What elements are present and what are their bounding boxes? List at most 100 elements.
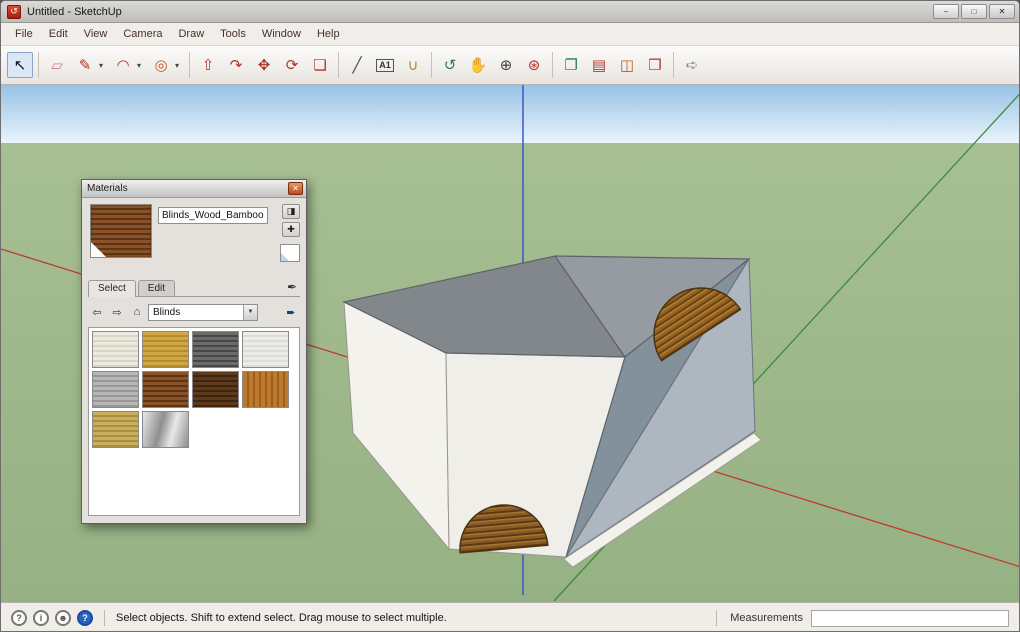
line-tool-dropdown[interactable]: ▾ bbox=[99, 61, 108, 70]
menu-help[interactable]: Help bbox=[309, 23, 348, 46]
line-tool-button[interactable]: ✎ bbox=[72, 52, 98, 78]
menu-camera[interactable]: Camera bbox=[115, 23, 170, 46]
status-divider bbox=[104, 610, 105, 626]
model-info-icon[interactable]: i bbox=[33, 610, 49, 626]
offset-tool-button[interactable]: ❏ bbox=[307, 52, 333, 78]
default-material-corner bbox=[281, 253, 289, 261]
maximize-button[interactable]: □ bbox=[961, 4, 987, 19]
menu-draw[interactable]: Draw bbox=[170, 23, 212, 46]
pan-tool-icon: ✋ bbox=[469, 58, 488, 73]
context-help-icon[interactable]: ? bbox=[11, 610, 27, 626]
followme-tool-button[interactable]: ↷ bbox=[223, 52, 249, 78]
preview-fold-corner bbox=[91, 242, 106, 257]
in-model-home-button[interactable]: ⌂ bbox=[128, 304, 146, 320]
select-tool-button[interactable]: ↖ bbox=[7, 52, 33, 78]
default-material-button[interactable] bbox=[280, 244, 300, 262]
styles-browser-button[interactable]: ◫ bbox=[614, 52, 640, 78]
materials-dialog-close-button[interactable]: ✕ bbox=[288, 182, 303, 195]
paint-bucket-tool-icon: ∪ bbox=[408, 58, 419, 73]
followme-tool-icon: ↷ bbox=[230, 58, 243, 73]
eraser-tool-button[interactable]: ▱ bbox=[44, 52, 70, 78]
menu-file[interactable]: File bbox=[7, 23, 41, 46]
tab-select[interactable]: Select bbox=[88, 280, 136, 297]
pushpull-tool-icon: ⇧ bbox=[202, 58, 215, 73]
eraser-tool-icon: ▱ bbox=[51, 58, 63, 73]
arc-tool-icon: ◠ bbox=[116, 58, 129, 73]
logo-glyph: ↺ bbox=[10, 6, 18, 17]
materials-dialog-title: Materials bbox=[87, 183, 128, 194]
side-button-column: ◨✚ bbox=[282, 204, 300, 237]
sample-paint-icon[interactable]: ✒ bbox=[284, 280, 300, 296]
collection-dropdown[interactable]: Blinds ▼ bbox=[148, 304, 258, 321]
pan-tool-button[interactable]: ✋ bbox=[465, 52, 491, 78]
status-icons: ? i ☻? bbox=[11, 610, 93, 626]
window-title: Untitled - SketchUp bbox=[27, 6, 122, 18]
measurements-input[interactable] bbox=[811, 610, 1009, 627]
forward-button[interactable]: ⇨ bbox=[108, 304, 126, 320]
material-swatch-4[interactable] bbox=[242, 331, 289, 368]
material-preview bbox=[90, 204, 152, 258]
material-swatch-10[interactable] bbox=[142, 411, 189, 448]
create-material-button[interactable]: ✚ bbox=[282, 222, 300, 237]
minimize-button[interactable]: – bbox=[933, 4, 959, 19]
zoom-extents-tool-button[interactable]: ⊛ bbox=[521, 52, 547, 78]
sign-in-icon[interactable]: ☻ bbox=[55, 610, 71, 626]
material-swatch-6[interactable] bbox=[142, 371, 189, 408]
zoom-tool-button[interactable]: ⊕ bbox=[493, 52, 519, 78]
tab-edit[interactable]: Edit bbox=[138, 280, 175, 296]
material-swatch-2[interactable] bbox=[142, 331, 189, 368]
back-button[interactable]: ⇦ bbox=[88, 304, 106, 320]
material-swatch-5[interactable] bbox=[92, 371, 139, 408]
details-arrow-button[interactable]: ➨ bbox=[282, 304, 300, 320]
display-secondary-pane-button[interactable]: ◨ bbox=[282, 204, 300, 219]
tape-measure-tool-icon: ╱ bbox=[352, 58, 361, 73]
sketchup-logo-icon: ↺ bbox=[7, 5, 21, 19]
menu-view[interactable]: View bbox=[76, 23, 116, 46]
move-tool-button[interactable]: ✥ bbox=[251, 52, 277, 78]
title-bar[interactable]: ↺ Untitled - SketchUp – □ ✕ bbox=[1, 1, 1019, 23]
export-button[interactable]: ➪ bbox=[679, 52, 705, 78]
toolbar-separator bbox=[338, 52, 339, 78]
paint-bucket-tool-button[interactable]: ∪ bbox=[400, 52, 426, 78]
collection-dropdown-value: Blinds bbox=[153, 307, 180, 318]
menu-edit[interactable]: Edit bbox=[41, 23, 76, 46]
material-swatch-8[interactable] bbox=[242, 371, 289, 408]
measurements-group: Measurements bbox=[711, 610, 1009, 627]
sketchup-window: ↺ Untitled - SketchUp – □ ✕ FileEditView… bbox=[0, 0, 1020, 632]
material-swatch-3[interactable] bbox=[192, 331, 239, 368]
menu-tools[interactable]: Tools bbox=[212, 23, 254, 46]
material-swatch-1[interactable] bbox=[92, 331, 139, 368]
circle-tool-dropdown[interactable]: ▾ bbox=[175, 61, 184, 70]
toolbar: ↖▱✎▾◠▾◎▾⇧↷✥⟳❏╱A1∪↺✋⊕⊛❐▤◫❒➪ bbox=[1, 46, 1019, 85]
help-center-icon[interactable]: ? bbox=[77, 610, 93, 626]
materials-browser-button[interactable]: ▤ bbox=[586, 52, 612, 78]
arc-tool-button[interactable]: ◠ bbox=[110, 52, 136, 78]
material-swatch-7[interactable] bbox=[192, 371, 239, 408]
toolbar-separator bbox=[673, 52, 674, 78]
orbit-tool-button[interactable]: ↺ bbox=[437, 52, 463, 78]
arc-tool-dropdown[interactable]: ▾ bbox=[137, 61, 146, 70]
export-icon: ➪ bbox=[686, 58, 699, 73]
orbit-tool-icon: ↺ bbox=[444, 58, 457, 73]
material-swatch-9[interactable] bbox=[92, 411, 139, 448]
pushpull-tool-button[interactable]: ⇧ bbox=[195, 52, 221, 78]
measurements-divider bbox=[716, 610, 717, 626]
component-browser-icon: ❐ bbox=[564, 58, 577, 73]
layers-manager-button[interactable]: ❒ bbox=[642, 52, 668, 78]
close-button[interactable]: ✕ bbox=[989, 4, 1015, 19]
dropdown-arrow-icon[interactable]: ▼ bbox=[243, 305, 257, 320]
materials-dialog-titlebar[interactable]: Materials ✕ bbox=[82, 180, 306, 198]
menu-window[interactable]: Window bbox=[254, 23, 309, 46]
rotate-tool-button[interactable]: ⟳ bbox=[279, 52, 305, 78]
material-name-input[interactable] bbox=[158, 207, 268, 224]
dimension-tool-button[interactable]: A1 bbox=[372, 52, 398, 78]
component-browser-button[interactable]: ❐ bbox=[558, 52, 584, 78]
circle-tool-button[interactable]: ◎ bbox=[148, 52, 174, 78]
circle-tool-icon: ◎ bbox=[154, 58, 167, 73]
toolbar-separator bbox=[189, 52, 190, 78]
swatch-grid bbox=[88, 327, 300, 516]
viewport-3d[interactable]: Materials ✕ ◨✚ Select Edit ✒ ⇦ bbox=[1, 85, 1019, 602]
dimension-tool-icon: A1 bbox=[376, 59, 394, 72]
materials-nav-row: ⇦ ⇨ ⌂ Blinds ▼ ➨ bbox=[88, 303, 300, 321]
tape-measure-tool-button[interactable]: ╱ bbox=[344, 52, 370, 78]
